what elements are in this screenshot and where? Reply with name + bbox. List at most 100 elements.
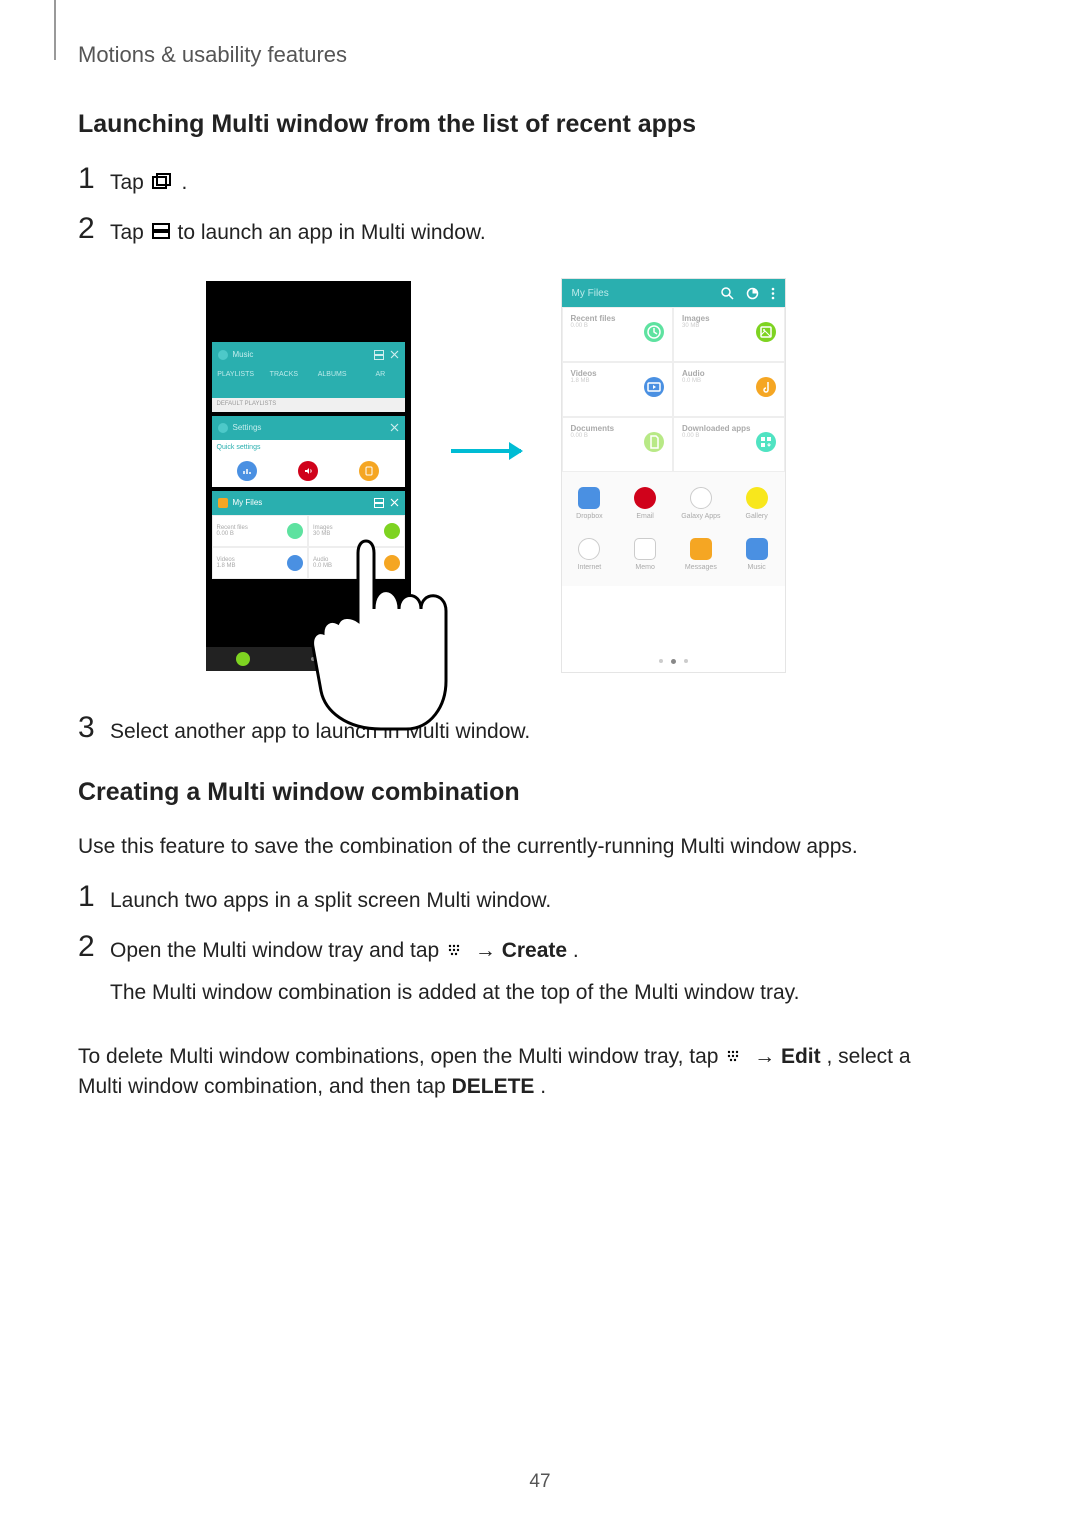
card-title: My Files bbox=[233, 498, 263, 507]
figure-row: Music PLAYLISTS TRACKS ALBUMS AR DEFAULT… bbox=[78, 278, 913, 673]
card-title: Settings bbox=[233, 423, 262, 432]
tray-menu-icon bbox=[447, 936, 467, 966]
sound-icon bbox=[298, 461, 318, 481]
internet-icon bbox=[578, 538, 600, 560]
step-number: 1 bbox=[78, 882, 110, 912]
section-heading-a: Launching Multi window from the list of … bbox=[78, 110, 913, 139]
recent-icon bbox=[644, 322, 664, 342]
app-label: Memo bbox=[635, 564, 654, 571]
hand-pointer-illustration bbox=[311, 531, 451, 731]
tab: AR bbox=[356, 368, 404, 398]
storage-icon bbox=[746, 287, 759, 300]
txt: . bbox=[182, 171, 188, 194]
section-heading-b: Creating a Multi window combination bbox=[78, 778, 913, 807]
step-1: 1 Tap . bbox=[78, 164, 913, 199]
close-icon bbox=[390, 350, 399, 359]
step-3: 3 Select another app to launch in Multi … bbox=[78, 713, 913, 747]
txt: . bbox=[573, 939, 579, 962]
music-icon bbox=[746, 538, 768, 560]
recent-card-files: My Files bbox=[212, 491, 405, 515]
tab: ALBUMS bbox=[308, 368, 356, 398]
page-decor bbox=[54, 0, 56, 60]
step-b1: 1 Launch two apps in a split screen Mult… bbox=[78, 882, 913, 916]
cell-title: Videos bbox=[217, 557, 236, 563]
delete-label: DELETE bbox=[452, 1075, 535, 1098]
images-icon bbox=[756, 322, 776, 342]
phone-icon bbox=[236, 652, 250, 666]
txt: Tap bbox=[110, 221, 150, 244]
card-title: Music bbox=[233, 350, 254, 359]
step-text: Launch two apps in a split screen Multi … bbox=[110, 882, 551, 916]
app-header: My Files bbox=[562, 279, 785, 307]
app-label: Music bbox=[747, 564, 765, 571]
tab: PLAYLISTS bbox=[212, 368, 260, 398]
memo-icon bbox=[634, 538, 656, 560]
videos-icon bbox=[287, 555, 303, 571]
videos-icon bbox=[644, 377, 664, 397]
txt: Tap bbox=[110, 171, 150, 194]
step-text: Tap . bbox=[110, 164, 187, 199]
app-label: Dropbox bbox=[576, 513, 602, 520]
recent-card-settings: Settings bbox=[212, 416, 405, 440]
page-content: Launching Multi window from the list of … bbox=[78, 110, 913, 1123]
section-intro: Use this feature to save the combination… bbox=[78, 832, 913, 862]
quick-settings-label: Quick settings bbox=[212, 440, 405, 455]
quick-settings-row bbox=[212, 455, 405, 487]
email-icon bbox=[634, 487, 656, 509]
chapter-title: Motions & usability features bbox=[78, 42, 347, 68]
app-grid: Dropbox Email Galaxy Apps Gallery Intern… bbox=[562, 472, 785, 586]
phone-screenshot-myfiles: My Files Recent files0.00 B Images30 MB … bbox=[561, 278, 786, 673]
search-icon bbox=[721, 287, 734, 300]
app-label: Messages bbox=[685, 564, 717, 571]
recent-icon bbox=[287, 523, 303, 539]
app-title: My Files bbox=[572, 288, 609, 299]
cell-title: Recent files bbox=[217, 525, 248, 531]
download-icon bbox=[756, 432, 776, 452]
audio-icon bbox=[756, 377, 776, 397]
app-label: Galaxy Apps bbox=[681, 513, 720, 520]
more-icon bbox=[771, 287, 775, 300]
step-number: 1 bbox=[78, 164, 110, 194]
list-header: DEFAULT PLAYLISTS bbox=[212, 398, 405, 412]
step-2: 2 Tap to launch an app in Multi window. bbox=[78, 214, 913, 249]
txt: . bbox=[540, 1075, 546, 1098]
step-number: 2 bbox=[78, 932, 110, 962]
step-note: The Multi window combination is added at… bbox=[110, 978, 799, 1008]
display-icon bbox=[359, 461, 379, 481]
create-label: Create bbox=[502, 939, 567, 962]
tab: TRACKS bbox=[260, 368, 308, 398]
cell-sub: 0.00 B bbox=[217, 531, 248, 537]
messages-icon bbox=[690, 538, 712, 560]
edit-label: Edit bbox=[781, 1045, 821, 1068]
multiwindow-icon bbox=[152, 218, 170, 248]
arrow: → bbox=[754, 1045, 781, 1068]
arrow-right-icon bbox=[451, 449, 521, 453]
page-number: 47 bbox=[0, 1471, 1080, 1493]
dropbox-icon bbox=[578, 487, 600, 509]
recent-card-music: Music bbox=[212, 342, 405, 368]
arrow: → bbox=[475, 939, 502, 962]
step-b2: 2 Open the Multi window tray and tap → C… bbox=[78, 932, 913, 1027]
txt: To delete Multi window combinations, ope… bbox=[78, 1045, 724, 1068]
app-label: Internet bbox=[578, 564, 602, 571]
multiwindow-icon bbox=[374, 498, 384, 508]
recents-icon bbox=[152, 168, 174, 198]
galaxy-apps-icon bbox=[690, 487, 712, 509]
app-label: Email bbox=[636, 513, 654, 520]
txt: to launch an app in Multi window. bbox=[178, 221, 486, 244]
close-icon bbox=[390, 423, 399, 432]
txt: Open the Multi window tray and tap bbox=[110, 939, 445, 962]
multiwindow-icon bbox=[374, 350, 384, 360]
step-text: Open the Multi window tray and tap → Cre… bbox=[110, 932, 799, 1027]
gallery-icon bbox=[746, 487, 768, 509]
step-text: Tap to launch an app in Multi window. bbox=[110, 214, 486, 249]
step-number: 2 bbox=[78, 214, 110, 244]
phone-screenshot-recents: Music PLAYLISTS TRACKS ALBUMS AR DEFAULT… bbox=[206, 281, 411, 671]
tray-menu-icon bbox=[726, 1042, 746, 1072]
close-icon bbox=[390, 498, 399, 507]
app-label: Gallery bbox=[746, 513, 768, 520]
section-outro: To delete Multi window combinations, ope… bbox=[78, 1042, 913, 1103]
cell-sub: 1.8 MB bbox=[217, 563, 236, 569]
documents-icon bbox=[644, 432, 664, 452]
step-number: 3 bbox=[78, 713, 110, 743]
